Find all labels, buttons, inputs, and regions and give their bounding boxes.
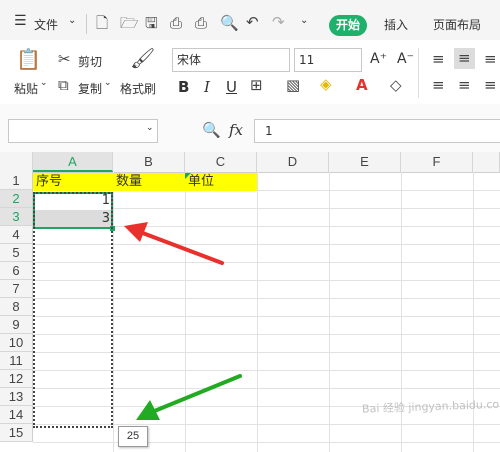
green-arrow-icon	[136, 374, 242, 420]
red-arrow-icon	[124, 222, 224, 265]
annotation-arrows	[124, 222, 242, 420]
